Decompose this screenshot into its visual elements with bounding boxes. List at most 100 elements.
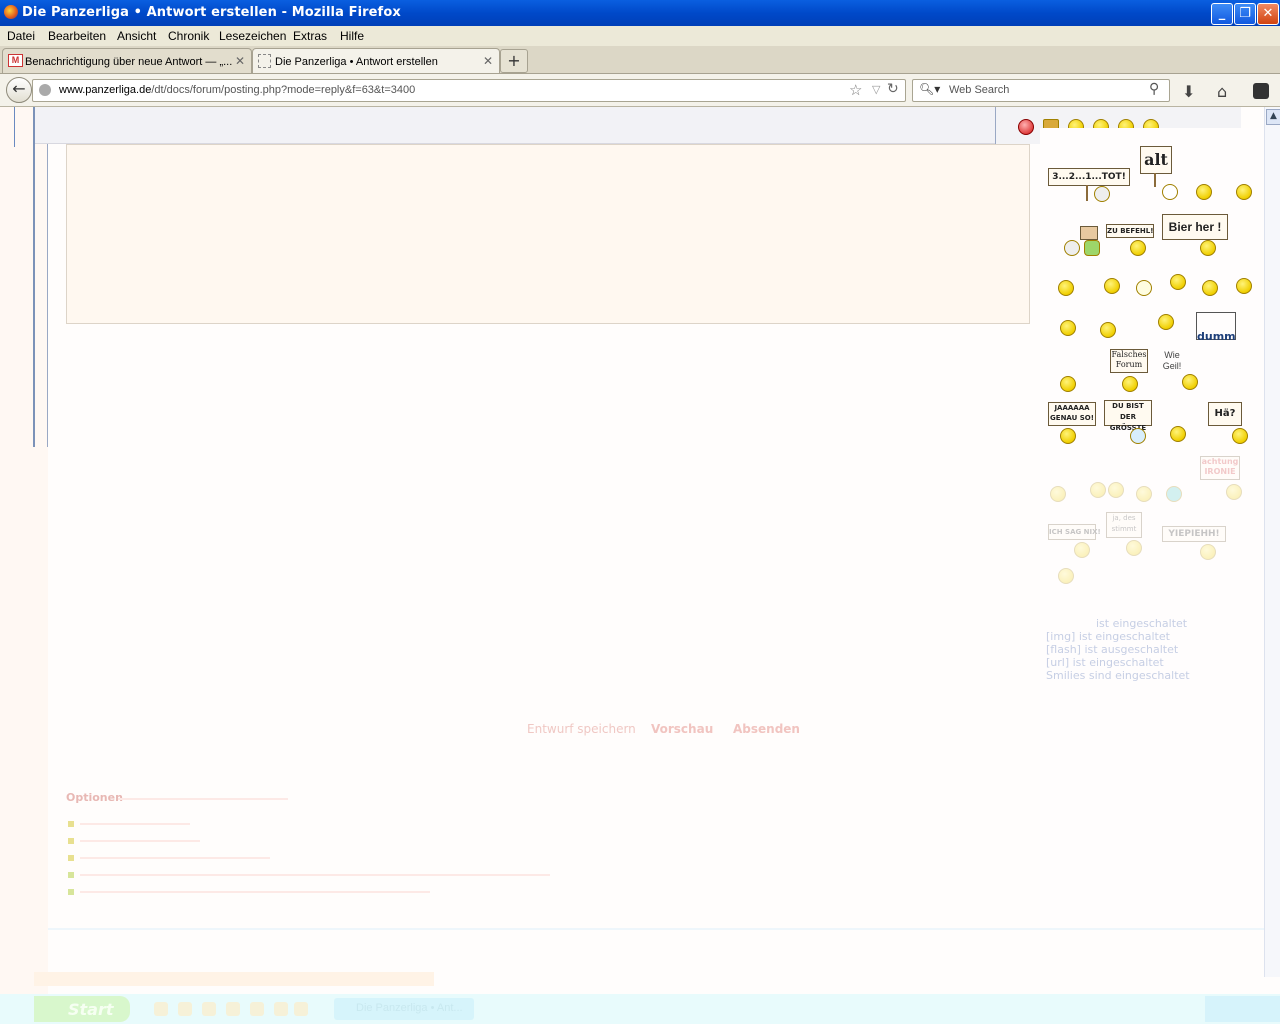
addon-icon[interactable] bbox=[1253, 83, 1269, 99]
quicklaunch-icon[interactable] bbox=[294, 1002, 308, 1016]
post-form-header bbox=[35, 107, 995, 144]
waving-smilie-icon[interactable] bbox=[1170, 274, 1186, 290]
broom-smilie-icon[interactable] bbox=[1060, 320, 1076, 336]
sunglasses-smilie-icon[interactable] bbox=[1100, 322, 1116, 338]
tab-gmail[interactable]: M Benachrichtigung über neue Antwort — „… bbox=[2, 48, 252, 73]
smilie-icon[interactable] bbox=[1136, 280, 1152, 296]
save-draft-button[interactable]: Entwurf speichern bbox=[527, 722, 636, 736]
new-tab-button[interactable]: + bbox=[500, 49, 528, 73]
hammer-sign[interactable] bbox=[1080, 226, 1098, 240]
smilie-icon[interactable] bbox=[1060, 376, 1076, 392]
checkbox[interactable] bbox=[68, 855, 74, 861]
message-textarea[interactable] bbox=[66, 144, 1030, 324]
smilie-icon[interactable] bbox=[1226, 484, 1242, 500]
groesste-sign[interactable]: DU BIST DER GRÖSSTE bbox=[1104, 400, 1152, 432]
search-bar[interactable]: 🔍︎▾ Web Search ⚲ bbox=[912, 79, 1170, 102]
smilie-icon[interactable] bbox=[1130, 240, 1146, 256]
smilie-icon[interactable] bbox=[1130, 428, 1146, 444]
menu-chronik[interactable]: Chronik bbox=[168, 29, 209, 43]
bookmark-star-icon[interactable]: ☆ bbox=[849, 81, 862, 99]
address-bar[interactable]: www.panzerliga.de/dt/docs/forum/posting.… bbox=[32, 79, 906, 102]
menu-lesezeichen[interactable]: Lesezeichen bbox=[219, 29, 286, 43]
wie-geil-text[interactable]: Wie Geil! bbox=[1158, 350, 1186, 372]
tab-close-icon[interactable]: ✕ bbox=[235, 54, 245, 68]
globe-smilie-icon[interactable] bbox=[1094, 186, 1110, 202]
yiepiehh-sign[interactable]: YIEPIEHH! bbox=[1162, 526, 1226, 542]
preview-button[interactable]: Vorschau bbox=[651, 722, 713, 736]
menu-hilfe[interactable]: Hilfe bbox=[340, 29, 364, 43]
quicklaunch-icon[interactable] bbox=[154, 1002, 168, 1016]
smilie-icon[interactable] bbox=[1232, 428, 1248, 444]
smilie-icon[interactable] bbox=[1108, 482, 1124, 498]
hae-sign[interactable]: Hä? bbox=[1208, 402, 1242, 426]
home-icon[interactable]: ⌂ bbox=[1217, 82, 1227, 101]
back-button[interactable]: ← bbox=[6, 77, 32, 103]
quicklaunch-icon[interactable] bbox=[226, 1002, 240, 1016]
globe-smilie-icon[interactable] bbox=[1064, 240, 1080, 256]
smilie-icon[interactable] bbox=[1136, 486, 1152, 502]
ja-des-stimmt-sign[interactable]: ja, des stimmt bbox=[1106, 512, 1142, 538]
smilie-icon[interactable] bbox=[1122, 376, 1138, 392]
ghost-smilie-icon[interactable] bbox=[1162, 184, 1178, 200]
quicklaunch-icon[interactable] bbox=[178, 1002, 192, 1016]
taskbar-window-button[interactable]: Die Panzerliga • Ant... bbox=[334, 998, 474, 1020]
maximize-button[interactable]: ❐ bbox=[1234, 3, 1256, 25]
download-icon[interactable]: ⬇ bbox=[1182, 82, 1195, 101]
search-engine-icon[interactable]: 🔍︎▾ bbox=[919, 82, 940, 96]
smilie-icon[interactable] bbox=[1182, 374, 1198, 390]
smilie-icon[interactable] bbox=[1166, 486, 1182, 502]
start-button[interactable]: Start bbox=[34, 996, 130, 1022]
checkbox[interactable] bbox=[68, 889, 74, 895]
bier-her-sign[interactable]: Bier her ! bbox=[1162, 214, 1228, 240]
smilie-icon[interactable] bbox=[1158, 314, 1174, 330]
smilie-icon[interactable] bbox=[1196, 184, 1212, 200]
reload-icon[interactable]: ↻ bbox=[887, 81, 899, 97]
border-line bbox=[33, 107, 35, 447]
alt-sign[interactable]: alt bbox=[1140, 146, 1172, 174]
ich-sag-nix-sign[interactable]: ICH SAG NIX! bbox=[1048, 524, 1101, 540]
menu-bearbeiten[interactable]: Bearbeiten bbox=[48, 29, 106, 43]
scroll-up-icon[interactable]: ▲ bbox=[1266, 109, 1280, 125]
smilie-icon[interactable] bbox=[1058, 568, 1074, 584]
dropdown-icon[interactable]: ▽ bbox=[872, 83, 880, 96]
submit-button[interactable]: Absenden bbox=[733, 722, 800, 736]
genau-so-sign[interactable]: JAAAAAA GENAU SO! bbox=[1048, 402, 1096, 426]
checkbox[interactable] bbox=[68, 821, 74, 827]
smilie-icon[interactable] bbox=[1200, 240, 1216, 256]
sunglasses-smilie-icon[interactable] bbox=[1104, 278, 1120, 294]
checkbox[interactable] bbox=[68, 838, 74, 844]
minimize-button[interactable]: _ bbox=[1211, 3, 1233, 25]
smilie-icon[interactable] bbox=[1200, 544, 1216, 560]
reading-smilie-icon[interactable] bbox=[1236, 278, 1252, 294]
angry-smilie-icon[interactable] bbox=[1018, 119, 1034, 135]
smilie-icon[interactable] bbox=[1202, 280, 1218, 296]
tab-panzerliga[interactable]: Die Panzerliga • Antwort erstellen ✕ bbox=[252, 48, 500, 73]
smilie-icon[interactable] bbox=[1050, 486, 1066, 502]
countdown-sign[interactable]: 3...2...1...TOT! bbox=[1048, 168, 1130, 186]
menu-extras[interactable]: Extras bbox=[293, 29, 327, 43]
menu-datei[interactable]: Datei bbox=[7, 29, 35, 43]
checkbox[interactable] bbox=[68, 872, 74, 878]
tab-close-icon[interactable]: ✕ bbox=[483, 54, 493, 68]
smilie-icon[interactable] bbox=[1236, 184, 1252, 200]
zu-befehl-sign[interactable]: ZU BEFEHL! bbox=[1106, 224, 1154, 238]
options-hint-line bbox=[118, 798, 288, 800]
smilie-icon[interactable] bbox=[1060, 428, 1076, 444]
cactus-smilie-icon[interactable] bbox=[1084, 240, 1100, 256]
search-go-icon[interactable]: ⚲ bbox=[1149, 81, 1159, 97]
smilie-icon[interactable] bbox=[1170, 426, 1186, 442]
ironie-sign[interactable]: achtung IRONIE bbox=[1200, 456, 1240, 480]
window-title: Die Panzerliga • Antwort erstellen - Moz… bbox=[22, 5, 401, 20]
quicklaunch-icon[interactable] bbox=[250, 1002, 264, 1016]
quicklaunch-icon[interactable] bbox=[274, 1002, 288, 1016]
close-button[interactable]: ✕ bbox=[1257, 3, 1279, 25]
smilie-icon[interactable] bbox=[1126, 540, 1142, 556]
menu-ansicht[interactable]: Ansicht bbox=[117, 29, 156, 43]
dumm-sign[interactable]: dumm bbox=[1196, 312, 1236, 343]
quicklaunch-icon[interactable] bbox=[202, 1002, 216, 1016]
smilie-icon[interactable] bbox=[1090, 482, 1106, 498]
vertical-scrollbar[interactable]: ▲ bbox=[1264, 107, 1280, 977]
smilie-icon[interactable] bbox=[1074, 542, 1090, 558]
falsches-forum-sign[interactable]: Falsches Forum bbox=[1110, 349, 1148, 373]
thumbs-up-smilie-icon[interactable] bbox=[1058, 280, 1074, 296]
